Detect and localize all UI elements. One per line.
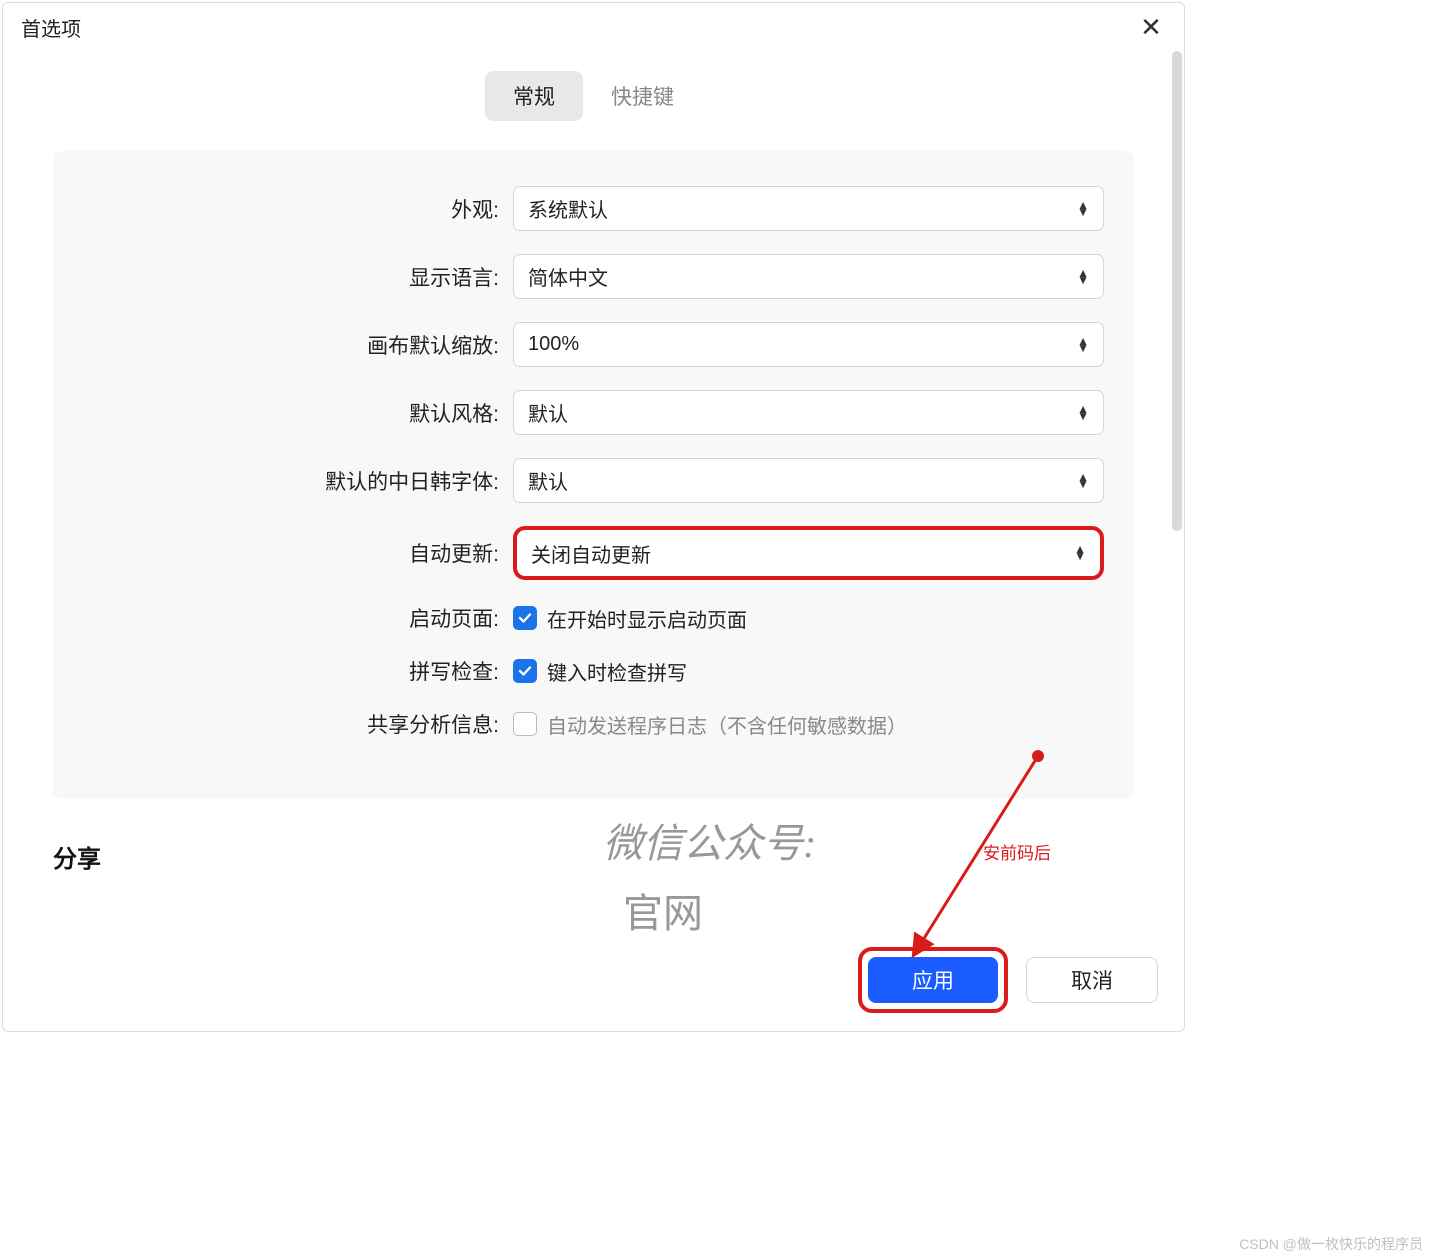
row-autoupdate: 自动更新: 关闭自动更新 ▲▼	[83, 526, 1104, 580]
row-zoom: 画布默认缩放: 100% ▲▼	[83, 322, 1104, 367]
label-language: 显示语言:	[83, 262, 513, 292]
annotation-label: 安前码后	[983, 839, 1051, 864]
select-style[interactable]: 默认 ▲▼	[513, 390, 1104, 435]
checkbox-wrap-startpage: 在开始时显示启动页面	[513, 604, 747, 633]
preferences-window: 首选项 ✕ 常规 快捷键 外观: 系统默认 ▲▼ 显示语言: 简体中文 ▲▼ 画…	[2, 2, 1185, 1032]
select-cjkfont[interactable]: 默认 ▲▼	[513, 458, 1104, 503]
row-language: 显示语言: 简体中文 ▲▼	[83, 254, 1104, 299]
select-value: 默认	[528, 398, 568, 427]
label-analytics: 共享分析信息:	[83, 709, 513, 739]
row-style: 默认风格: 默认 ▲▼	[83, 390, 1104, 435]
select-value: 关闭自动更新	[531, 539, 651, 568]
select-value: 简体中文	[528, 262, 608, 291]
watermark-text: 官网	[623, 881, 703, 939]
window-title: 首选项	[21, 13, 81, 42]
check-icon	[517, 663, 533, 679]
row-spellcheck: 拼写检查: 键入时检查拼写	[83, 656, 1104, 686]
titlebar: 首选项 ✕	[3, 3, 1184, 51]
select-zoom[interactable]: 100% ▲▼	[513, 322, 1104, 367]
chevron-updown-icon: ▲▼	[1077, 474, 1089, 488]
apply-button[interactable]: 应用	[868, 957, 998, 1003]
check-icon	[517, 610, 533, 626]
scrollbar[interactable]	[1172, 51, 1182, 531]
tab-shortcuts[interactable]: 快捷键	[583, 71, 702, 121]
label-cjkfont: 默认的中日韩字体:	[83, 466, 513, 496]
checkbox-label: 键入时检查拼写	[547, 657, 687, 686]
settings-panel: 外观: 系统默认 ▲▼ 显示语言: 简体中文 ▲▼ 画布默认缩放: 100% ▲…	[53, 151, 1134, 799]
label-appearance: 外观:	[83, 194, 513, 224]
checkbox-wrap-analytics: 自动发送程序日志（不含任何敏感数据）	[513, 710, 907, 739]
chevron-updown-icon: ▲▼	[1074, 546, 1086, 560]
select-language[interactable]: 简体中文 ▲▼	[513, 254, 1104, 299]
checkbox-spellcheck[interactable]	[513, 659, 537, 683]
row-analytics: 共享分析信息: 自动发送程序日志（不含任何敏感数据）	[83, 709, 1104, 739]
label-spellcheck: 拼写检查:	[83, 656, 513, 686]
chevron-updown-icon: ▲▼	[1077, 338, 1089, 352]
select-autoupdate[interactable]: 关闭自动更新 ▲▼	[513, 526, 1104, 580]
checkbox-wrap-spellcheck: 键入时检查拼写	[513, 657, 687, 686]
close-icon[interactable]: ✕	[1136, 12, 1166, 43]
chevron-updown-icon: ▲▼	[1077, 202, 1089, 216]
apply-highlight-annotation: 应用	[858, 947, 1008, 1013]
cancel-button[interactable]: 取消	[1026, 957, 1158, 1003]
label-startpage: 启动页面:	[83, 603, 513, 633]
row-startpage: 启动页面: 在开始时显示启动页面	[83, 603, 1104, 633]
csdn-credit: CSDN @做一枚快乐的程序员	[1239, 1234, 1423, 1254]
select-value: 100%	[528, 333, 579, 356]
row-appearance: 外观: 系统默认 ▲▼	[83, 186, 1104, 231]
checkbox-label: 自动发送程序日志（不含任何敏感数据）	[547, 710, 907, 739]
section-share-title: 分享	[53, 829, 1134, 874]
checkbox-startpage[interactable]	[513, 606, 537, 630]
label-style: 默认风格:	[83, 398, 513, 428]
select-value: 系统默认	[528, 194, 608, 223]
tab-bar: 常规 快捷键	[3, 71, 1184, 121]
tab-general[interactable]: 常规	[485, 71, 583, 121]
chevron-updown-icon: ▲▼	[1077, 406, 1089, 420]
select-appearance[interactable]: 系统默认 ▲▼	[513, 186, 1104, 231]
row-cjkfont: 默认的中日韩字体: 默认 ▲▼	[83, 458, 1104, 503]
select-value: 默认	[528, 466, 568, 495]
label-autoupdate: 自动更新:	[83, 538, 513, 568]
checkbox-analytics[interactable]	[513, 712, 537, 736]
label-zoom: 画布默认缩放:	[83, 330, 513, 360]
chevron-updown-icon: ▲▼	[1077, 270, 1089, 284]
footer: 应用 取消	[858, 947, 1158, 1013]
checkbox-label: 在开始时显示启动页面	[547, 604, 747, 633]
